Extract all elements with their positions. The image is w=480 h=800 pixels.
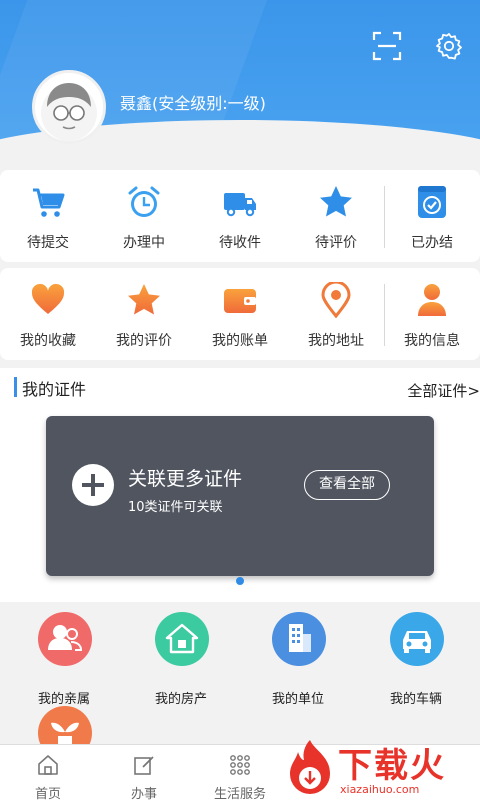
profile-label: 我的收藏 (20, 333, 76, 349)
order-in-progress[interactable]: 办理中 (96, 170, 192, 262)
shortcut-label: 我的车辆 (389, 692, 442, 707)
order-label: 办理中 (123, 235, 165, 251)
scan-icon (372, 31, 402, 61)
watermark-url: xiazaihuo.com (340, 783, 420, 796)
order-pending-submit[interactable]: 待提交 (0, 170, 96, 262)
order-label: 待提交 (27, 235, 69, 251)
user-name: 聂鑫(安全级别:一级) (120, 94, 266, 113)
family-icon (38, 612, 92, 666)
check-file-icon (418, 186, 446, 218)
order-awaiting-receipt[interactable]: 待收件 (192, 170, 288, 262)
profile-label: 我的评价 (116, 333, 172, 349)
link-more-title: 关联更多证件 (128, 468, 243, 490)
my-info[interactable]: 我的信息 (384, 268, 480, 360)
tab-label: 生活服务 (213, 787, 266, 800)
my-relatives[interactable]: 我的亲属 (4, 612, 124, 707)
my-reviews[interactable]: 我的评价 (96, 268, 192, 360)
edit-icon (134, 756, 154, 775)
watermark-title: 下载火 (338, 746, 446, 786)
settings-button[interactable] (434, 31, 464, 61)
mine-shortcuts: 我的亲属 我的房产 我的单位 我的车辆 (0, 602, 480, 760)
car-icon (390, 612, 444, 666)
home-icon (38, 755, 58, 775)
profile-card: 我的收藏 我的评价 我的账单 我的地址 我的信息 (0, 268, 480, 360)
house-icon (155, 612, 209, 666)
order-completed[interactable]: 已办结 (384, 170, 480, 262)
scan-button[interactable] (372, 31, 402, 61)
shortcut-label: 我的亲属 (37, 692, 90, 707)
wallet-icon (224, 289, 256, 313)
profile-label: 我的地址 (308, 333, 364, 349)
view-all-button[interactable]: 查看全部 (304, 470, 390, 500)
watermark: 下载火 xiazaihuo.com (282, 738, 480, 800)
order-label: 已办结 (411, 235, 453, 251)
my-vehicles[interactable]: 我的车辆 (356, 612, 476, 707)
alarm-clock-icon (128, 186, 160, 217)
section-accent-bar (14, 377, 17, 397)
plus-icon (72, 464, 114, 506)
heart-icon (31, 283, 65, 314)
tab-services[interactable]: 办事 (96, 745, 192, 800)
order-label: 待收件 (219, 235, 261, 251)
my-address[interactable]: 我的地址 (288, 268, 384, 360)
my-property[interactable]: 我的房产 (121, 612, 241, 707)
profile-label: 我的账单 (212, 333, 268, 349)
truck-icon (224, 193, 256, 217)
shortcut-label: 我的房产 (154, 692, 207, 707)
order-awaiting-review[interactable]: 待评价 (288, 170, 384, 262)
all-certificates-link[interactable]: 全部证件> (407, 380, 480, 401)
cart-icon (33, 188, 65, 217)
shortcut-label: 我的单位 (271, 692, 324, 707)
certificates-section: 我的证件 全部证件> 关联更多证件 10类证件可关联 查看全部 (0, 368, 480, 602)
tab-label: 办事 (130, 787, 157, 800)
star-icon (128, 284, 160, 315)
building-icon (272, 612, 326, 666)
tab-home[interactable]: 首页 (0, 745, 96, 800)
profile-label: 我的信息 (404, 333, 460, 349)
avatar[interactable] (32, 70, 106, 144)
tab-life-services[interactable]: 生活服务 (192, 745, 288, 800)
certificates-title: 我的证件 (22, 380, 87, 399)
avatar-face-icon (41, 83, 97, 141)
location-pin-icon (321, 282, 351, 318)
star-icon (320, 186, 352, 217)
flame-logo-icon (290, 740, 330, 794)
tab-label: 首页 (34, 787, 61, 800)
my-bills[interactable]: 我的账单 (192, 268, 288, 360)
my-employer[interactable]: 我的单位 (238, 612, 358, 707)
gear-icon (436, 33, 462, 60)
order-status-card: 待提交 办理中 待收件 待评价 已办结 (0, 170, 480, 262)
carousel-dot[interactable] (236, 577, 244, 585)
order-label: 待评价 (315, 235, 357, 251)
my-favorites[interactable]: 我的收藏 (0, 268, 96, 360)
person-icon (418, 284, 446, 316)
link-more-subtitle: 10类证件可关联 (128, 500, 223, 515)
grid-icon (230, 755, 250, 775)
link-certificates-card[interactable]: 关联更多证件 10类证件可关联 查看全部 (46, 416, 434, 576)
